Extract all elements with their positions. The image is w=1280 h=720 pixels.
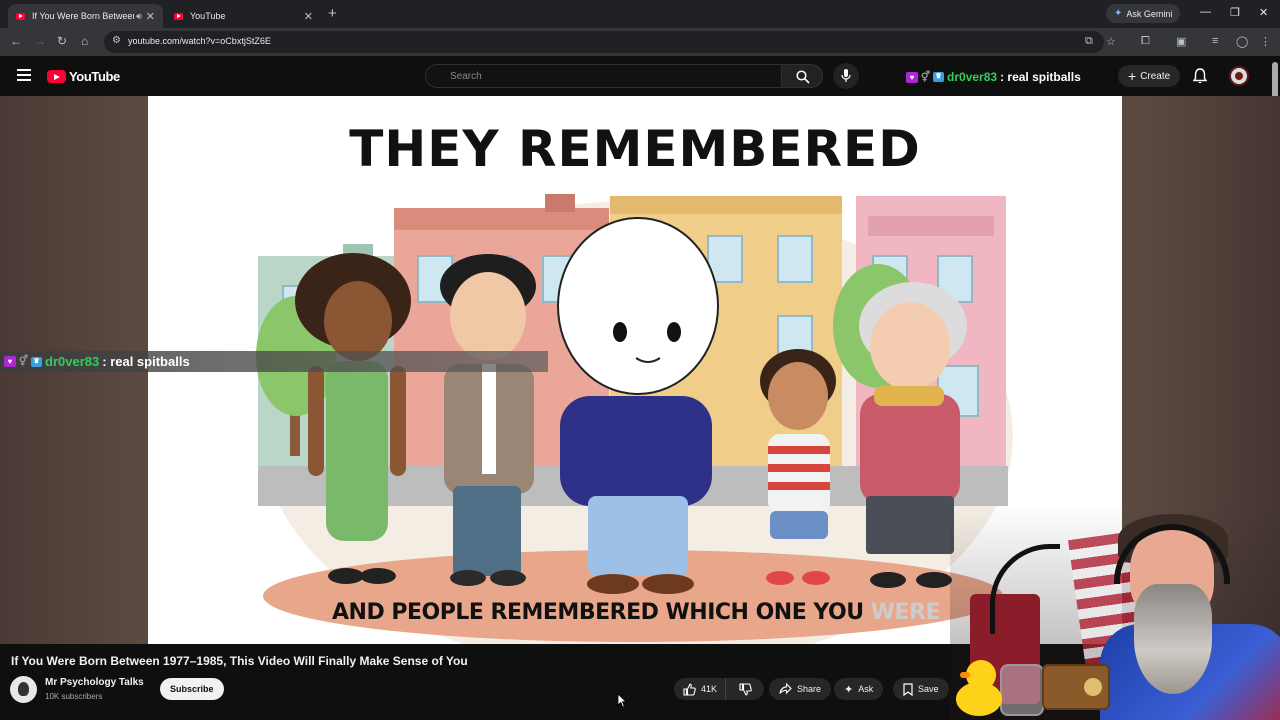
- streamer-webcam: [950, 504, 1280, 720]
- install-app-icon[interactable]: ⧉: [1085, 35, 1093, 48]
- save-button[interactable]: Save: [893, 678, 949, 700]
- plus-icon: +: [1128, 68, 1137, 84]
- tab-title: YouTube: [190, 11, 226, 21]
- ask-gemini-label: Ask Gemini: [1126, 8, 1173, 19]
- mouse-cursor-icon: [617, 693, 627, 708]
- search-icon: [796, 70, 810, 84]
- like-button[interactable]: 41K: [674, 678, 727, 700]
- chat-username: dr0ver83: [947, 70, 998, 84]
- close-tab-icon[interactable]: ✕: [304, 10, 313, 23]
- like-count: 41K: [701, 684, 718, 694]
- back-icon[interactable]: ←: [10, 34, 22, 48]
- chat-message-text: : real spitballs: [1000, 70, 1081, 84]
- caption-fading-word: WERE: [870, 600, 941, 625]
- user-avatar[interactable]: [1229, 66, 1249, 86]
- forward-icon[interactable]: →: [34, 34, 46, 48]
- voice-search-button[interactable]: [833, 63, 859, 89]
- reload-icon[interactable]: ↻: [57, 34, 67, 48]
- youtube-wordmark: YouTube: [69, 69, 120, 84]
- youtube-play-icon: [47, 70, 66, 83]
- media-controls-icon[interactable]: ≡: [1212, 35, 1218, 47]
- ask-gemini-button[interactable]: ✦ Ask Gemini: [1106, 4, 1181, 23]
- search-box: [425, 64, 782, 88]
- hamburger-menu-icon[interactable]: [17, 69, 31, 81]
- like-dislike-group: 41K: [674, 678, 764, 700]
- home-icon[interactable]: ⌂: [81, 34, 88, 48]
- header-chat-message: ♥ ⚥ ♛ dr0ver83 : real spitballs: [906, 70, 1081, 84]
- notifications-bell-icon[interactable]: [1193, 68, 1207, 84]
- radio-decor: [1042, 664, 1110, 710]
- profile-icon[interactable]: ◯: [1236, 35, 1248, 48]
- save-label: Save: [918, 684, 939, 694]
- search-button[interactable]: [781, 64, 823, 88]
- gender-badge-icon: ⚥: [19, 356, 29, 367]
- subscriber-count: 10K subscribers: [45, 692, 103, 701]
- crown-badge-icon: ♛: [31, 356, 43, 367]
- address-bar[interactable]: ⚙ youtube.com/watch?v=oCbxtjStZ6E: [104, 31, 1104, 53]
- tab-youtube[interactable]: YouTube ✕: [166, 4, 321, 28]
- thumbs-up-icon: [683, 683, 696, 696]
- new-tab-icon[interactable]: +: [328, 5, 337, 22]
- create-label: Create: [1140, 70, 1171, 82]
- dislike-button[interactable]: [731, 678, 752, 700]
- ask-label: Ask: [858, 684, 874, 694]
- youtube-favicon-icon: [16, 12, 25, 20]
- subscribe-button[interactable]: Subscribe: [160, 678, 224, 700]
- restore-icon[interactable]: ❐: [1230, 6, 1240, 19]
- caption-text: AND PEOPLE REMEMBERED WHICH ONE YOU: [332, 600, 871, 625]
- gemini-sparkle-icon: ✦: [1114, 8, 1123, 19]
- ask-button[interactable]: ✦ Ask: [834, 678, 884, 700]
- browser-toolbar: ← → ↻ ⌂ ⚙ youtube.com/watch?v=oCbxtjStZ6…: [0, 28, 1280, 56]
- youtube-favicon-icon: [174, 12, 183, 20]
- youtube-logo[interactable]: YouTube: [47, 69, 120, 84]
- window-close-icon[interactable]: ✕: [1259, 6, 1268, 19]
- crown-badge-icon: ♛: [933, 72, 945, 82]
- channel-avatar[interactable]: [10, 676, 37, 703]
- microphone-icon: [841, 69, 851, 82]
- youtube-header: YouTube ♥ ⚥ ♛ dr0ver83 : real spitballs …: [0, 56, 1280, 96]
- overlay-chat-message: ♥ ⚥ ♛ dr0ver83 : real spitballs: [0, 351, 548, 372]
- thumbs-down-icon: [739, 682, 752, 695]
- bookmark-star-icon[interactable]: ☆: [1106, 35, 1116, 48]
- speaker-icon[interactable]: 🔊︎: [136, 11, 142, 22]
- browser-tab-bar: If You Were Born Between 1 🔊︎ ✕ YouTube …: [0, 0, 1280, 28]
- video-caption: AND PEOPLE REMEMBERED WHICH ONE YOU WERE: [332, 600, 941, 625]
- heart-badge-icon: ♥: [906, 71, 918, 83]
- channel-name[interactable]: Mr Psychology Talks: [45, 677, 144, 688]
- site-info-icon[interactable]: ⚙: [112, 35, 121, 46]
- share-arrow-icon: [779, 683, 792, 695]
- chat-message-text: : real spitballs: [102, 354, 190, 369]
- close-tab-icon[interactable]: ✕: [146, 10, 155, 23]
- minimize-icon[interactable]: —: [1200, 6, 1211, 18]
- rubber-duck-icon: [956, 660, 1002, 716]
- sparkle-icon: ✦: [844, 683, 854, 696]
- extensions-icon[interactable]: ⧠: [1141, 35, 1150, 48]
- share-button[interactable]: Share: [769, 678, 832, 700]
- chat-username: dr0ver83: [45, 354, 100, 369]
- tab-title: If You Were Born Between 1: [32, 11, 135, 21]
- bookmark-icon: [903, 682, 913, 696]
- tab-video[interactable]: If You Were Born Between 1 🔊︎ ✕: [8, 4, 163, 28]
- menu-kebab-icon[interactable]: ⋮: [1260, 35, 1271, 48]
- share-label: Share: [797, 684, 822, 694]
- tab-search-icon[interactable]: ▣: [1176, 35, 1186, 48]
- search-input[interactable]: [426, 65, 781, 87]
- gender-badge-icon: ⚥: [921, 71, 931, 83]
- jar-decor: [1000, 664, 1044, 716]
- video-title: If You Were Born Between 1977–1985, This…: [11, 654, 468, 668]
- url-text: youtube.com/watch?v=oCbxtjStZ6E: [128, 36, 271, 46]
- create-button[interactable]: + Create: [1118, 65, 1181, 87]
- heart-badge-icon: ♥: [4, 356, 16, 367]
